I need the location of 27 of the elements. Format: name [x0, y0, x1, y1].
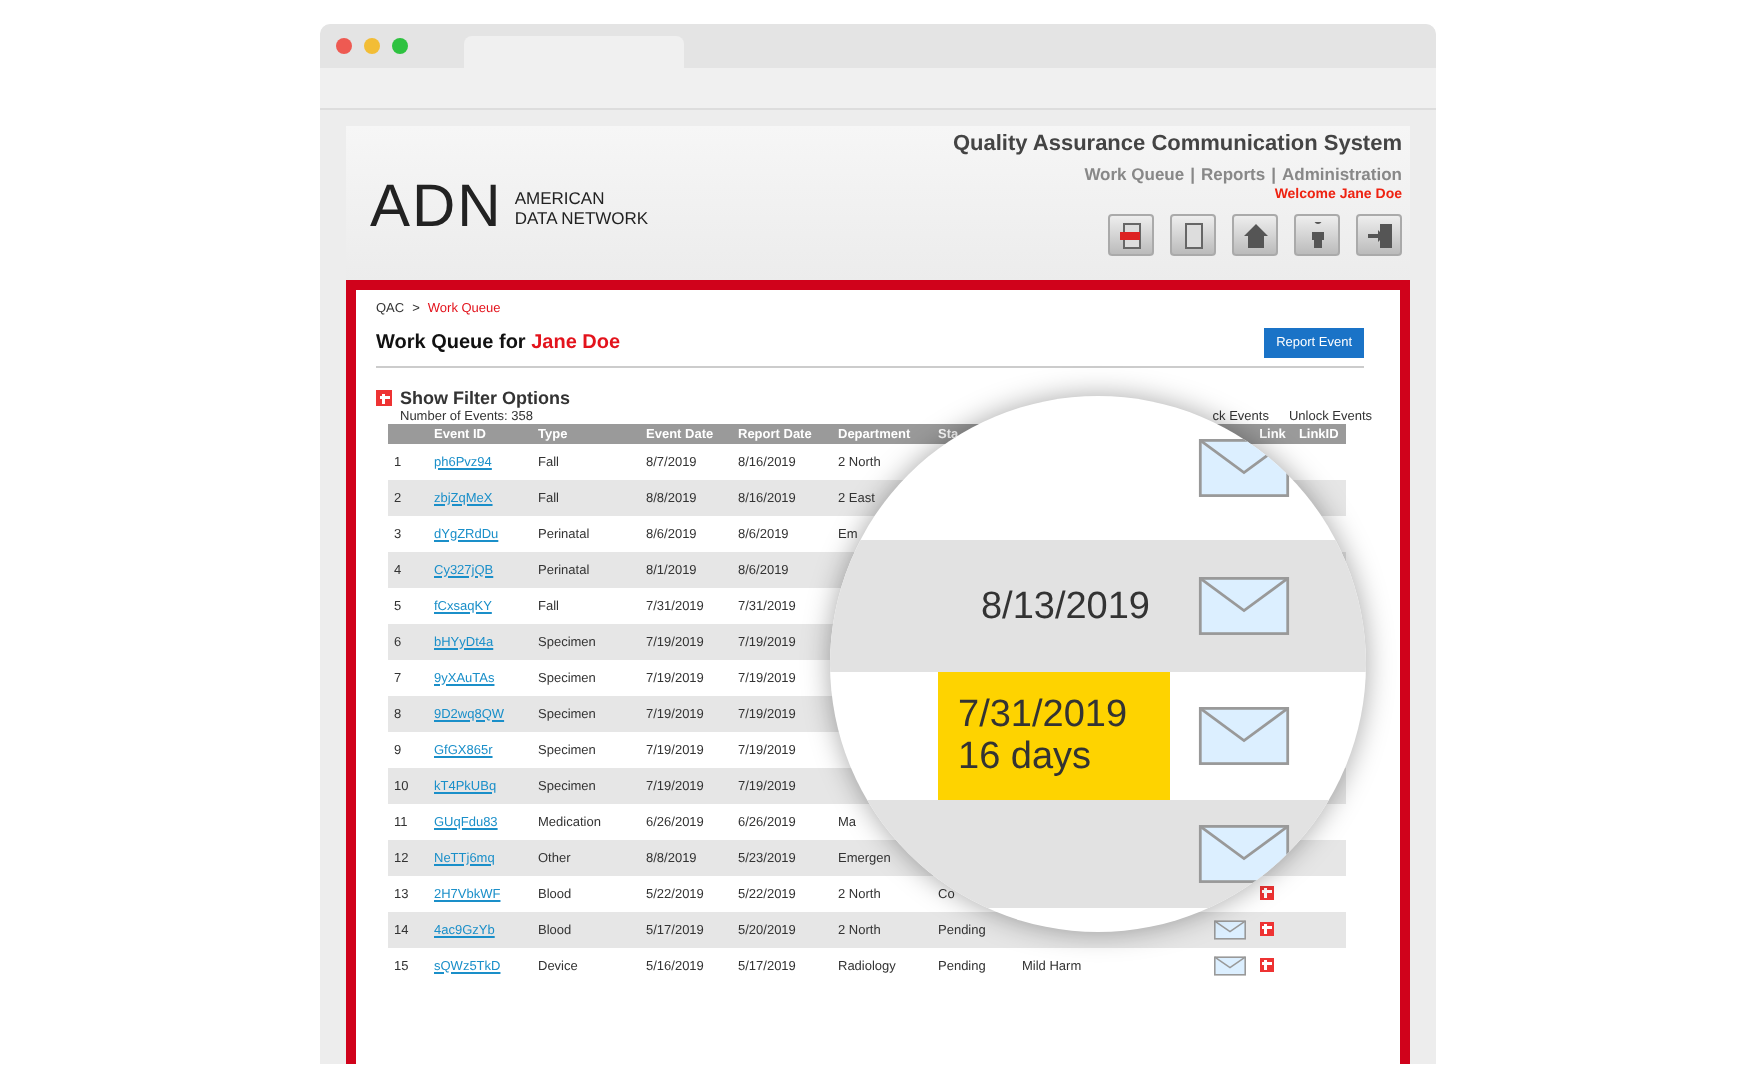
nav-separator: | — [1190, 164, 1195, 184]
exit-icon[interactable] — [1356, 214, 1402, 256]
close-dot-icon[interactable] — [336, 38, 352, 54]
file-icon[interactable] — [1170, 214, 1216, 256]
highlighted-date: 7/31/2019 16 days — [938, 672, 1170, 800]
page-heading: Work Queue for Jane Doe — [376, 332, 621, 354]
minimize-dot-icon[interactable] — [364, 38, 380, 54]
logo-text: DATA NETWORK — [514, 208, 649, 228]
add-link-icon[interactable] — [1259, 957, 1274, 971]
nav-link[interactable]: Administration — [1282, 164, 1402, 184]
nav-separator: | — [1271, 164, 1277, 184]
document-icon[interactable] — [1108, 214, 1154, 256]
nav-link[interactable]: Work Queue — [1084, 164, 1185, 184]
app-title: Quality Assurance Communication System — [952, 132, 1402, 156]
add-link-icon[interactable] — [1259, 885, 1274, 899]
logo-text: AMERICAN — [514, 188, 607, 208]
nav-link[interactable]: Reports — [1201, 164, 1266, 184]
zoom-dot-icon[interactable] — [392, 38, 408, 54]
envelope-icon[interactable] — [1214, 956, 1246, 976]
person-icon[interactable] — [1294, 214, 1340, 256]
envelope-icon[interactable] — [1214, 920, 1246, 940]
home-icon[interactable] — [1232, 214, 1278, 256]
add-link-icon[interactable] — [1259, 921, 1274, 935]
expand-icon[interactable] — [376, 390, 392, 406]
date-text: 8/13/2019 — [978, 585, 1152, 627]
logo-mark: ADN — [370, 174, 503, 242]
filter-toggle[interactable]: Show Filter Options — [400, 388, 570, 408]
